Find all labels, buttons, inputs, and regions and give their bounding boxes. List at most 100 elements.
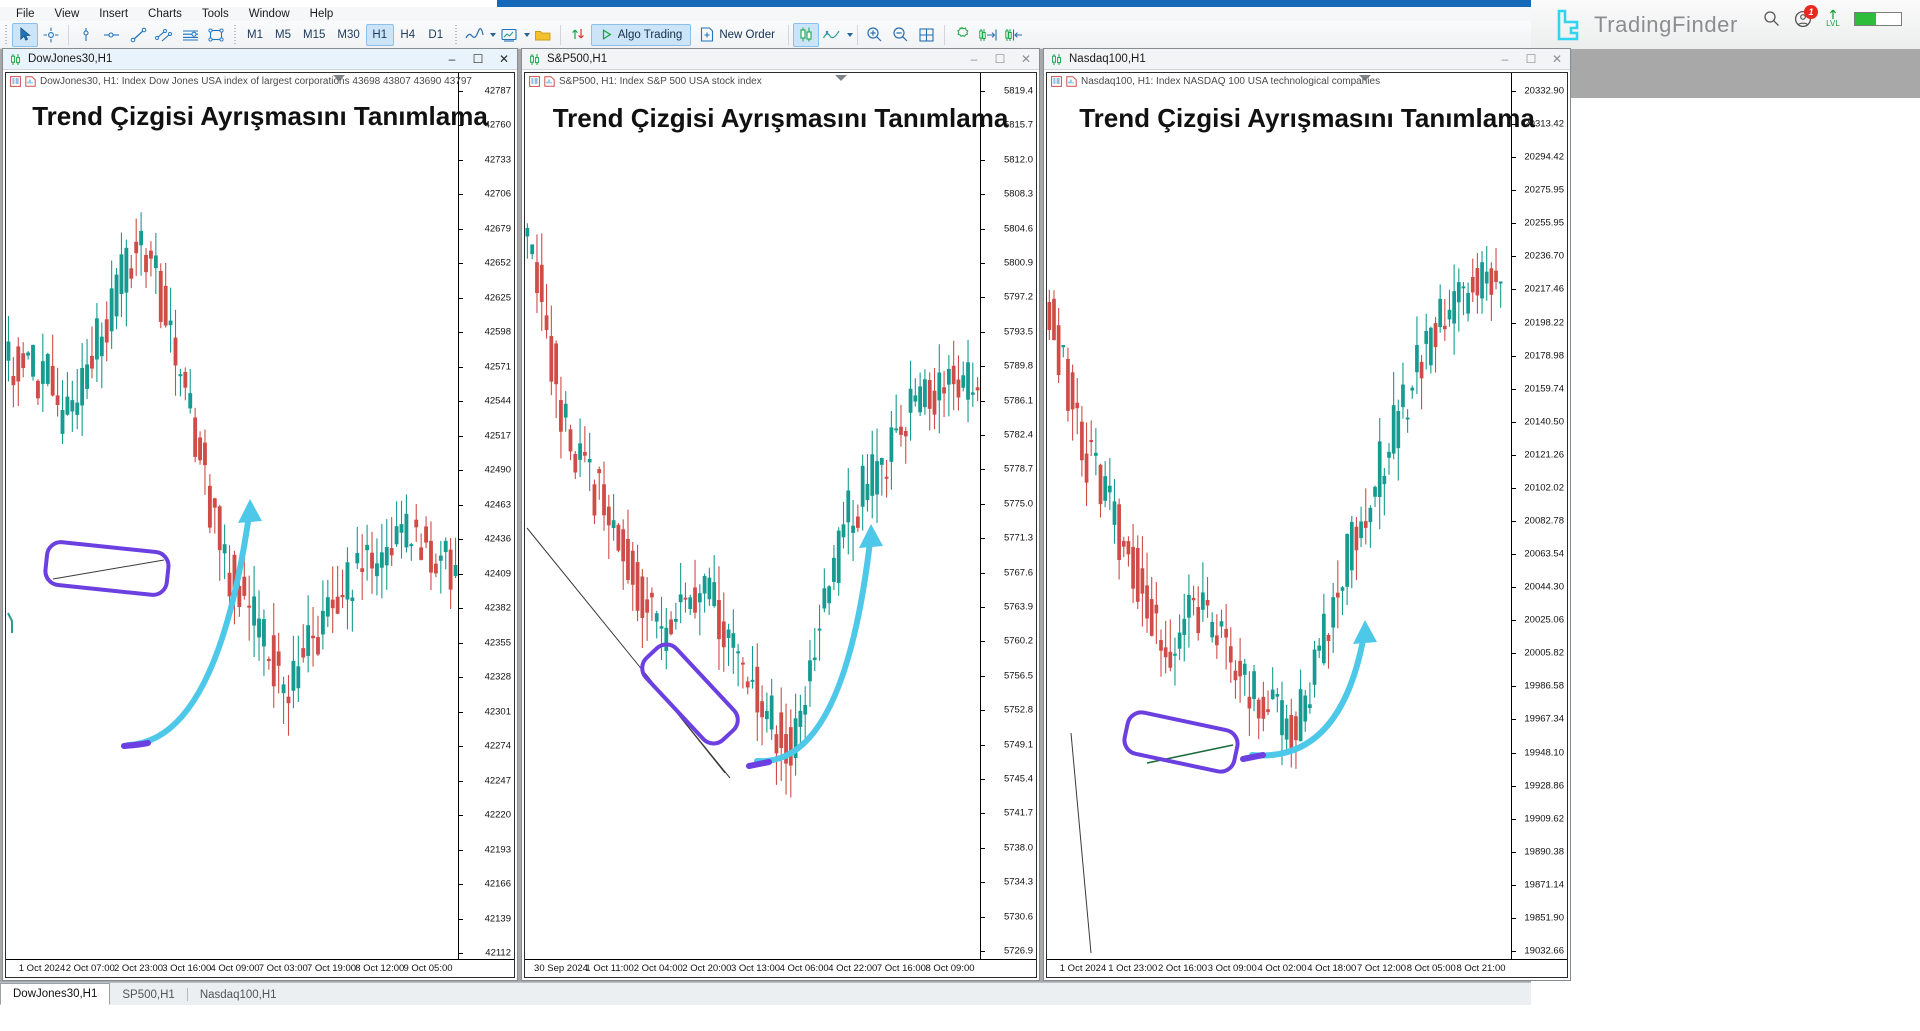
- maximize-button[interactable]: ☐: [465, 49, 491, 69]
- equidistant-channel-icon[interactable]: [151, 23, 177, 47]
- symbol-description-text: Nasdaq100, H1: Index NASDAQ 100 USA tech…: [1081, 76, 1380, 87]
- vertical-line-icon[interactable]: [73, 23, 99, 47]
- indicators-line-icon[interactable]: [462, 23, 488, 47]
- trendline-icon[interactable]: [125, 23, 151, 47]
- time-tick-label: 9 Oct 05:00: [403, 963, 452, 974]
- timeframe-d1[interactable]: D1: [422, 24, 450, 46]
- price-tick: [981, 469, 985, 470]
- timeframe-h1[interactable]: H1: [366, 24, 394, 46]
- left-edge-candle: [8, 613, 12, 633]
- price-tick: [981, 332, 985, 333]
- price-tick-label: 42706: [485, 189, 511, 200]
- account-avatar-icon[interactable]: 1: [1794, 10, 1812, 28]
- price-tick: [459, 953, 463, 954]
- up-down-arrows-icon[interactable]: [565, 23, 591, 47]
- candlestick-chart-icon[interactable]: [793, 23, 819, 47]
- price-scale[interactable]: 5819.45815.75812.05808.35804.65800.95797…: [980, 73, 1036, 977]
- price-tick-label: 5749.1: [1004, 739, 1033, 750]
- chart-canvas[interactable]: DowJones30, H1: Index Dow Jones USA inde…: [5, 72, 515, 978]
- tile-windows-icon[interactable]: [914, 23, 940, 47]
- price-scale[interactable]: 4278742760427334270642679426524262542598…: [458, 73, 514, 977]
- level-label: LVL: [1826, 20, 1840, 28]
- price-tick-label: 42436: [485, 534, 511, 545]
- close-button[interactable]: ✕: [1544, 49, 1570, 69]
- menu-item-tools[interactable]: Tools: [192, 7, 239, 21]
- price-tick: [981, 813, 985, 814]
- chart-canvas[interactable]: S&P500, H1: Index S&P 500 USA stock inde…: [524, 72, 1037, 978]
- timeframe-h4[interactable]: H4: [394, 24, 422, 46]
- price-tick-label: 5789.8: [1004, 361, 1033, 372]
- time-scale[interactable]: 1 Oct 20241 Oct 23:002 Oct 16:003 Oct 09…: [1047, 959, 1567, 977]
- price-tick: [1512, 786, 1516, 787]
- chart-window-sp500[interactable]: S&P500,H1 – ☐ ✕ S&P500, H1: Index S&P 50…: [521, 48, 1040, 981]
- price-tick-label: 42571: [485, 361, 511, 372]
- chart-dropdown-caret-icon[interactable]: [524, 33, 530, 37]
- chart-tab-nasdaq100[interactable]: Nasdaq100,H1: [188, 984, 289, 1005]
- toolbar-grip-1[interactable]: [3, 25, 9, 45]
- timeframe-m15[interactable]: M15: [297, 24, 331, 46]
- fibonacci-retracement-icon[interactable]: [177, 23, 203, 47]
- maximize-button[interactable]: ☐: [987, 49, 1013, 69]
- indicators-dropdown-caret-icon[interactable]: [490, 33, 496, 37]
- chart-window-titlebar[interactable]: Nasdaq100,H1 – ☐ ✕: [1044, 49, 1570, 70]
- price-tick: [459, 401, 463, 402]
- time-scale[interactable]: 1 Oct 20242 Oct 07:002 Oct 23:003 Oct 16…: [6, 959, 514, 977]
- price-tick-label: 5771.3: [1004, 533, 1033, 544]
- timeframe-m30[interactable]: M30: [331, 24, 365, 46]
- menu-item-charts[interactable]: Charts: [138, 7, 192, 21]
- level-indicator-icon[interactable]: LVL: [1826, 9, 1840, 28]
- maximize-button[interactable]: ☐: [1518, 49, 1544, 69]
- close-button[interactable]: ✕: [491, 49, 517, 69]
- algo-trading-button[interactable]: Algo Trading: [591, 24, 692, 46]
- menu-item-window[interactable]: Window: [239, 7, 300, 21]
- timeframe-m5[interactable]: M5: [269, 24, 297, 46]
- autoscroll-dropdown-caret-icon[interactable]: [847, 33, 853, 37]
- crosshair-icon[interactable]: [38, 23, 64, 47]
- price-scale[interactable]: 20332.9020313.4220294.4220275.9520255.95…: [1511, 73, 1567, 977]
- folder-icon[interactable]: [530, 23, 556, 47]
- template-star-icon[interactable]: [949, 23, 975, 47]
- chart-window-titlebar[interactable]: S&P500,H1 – ☐ ✕: [522, 49, 1039, 70]
- chart-window-nasdaq100[interactable]: Nasdaq100,H1 – ☐ ✕ Nasdaq100, H1: Index …: [1043, 48, 1571, 981]
- shift-chart-left-icon[interactable]: [1001, 23, 1027, 47]
- chart-window-icon[interactable]: [496, 23, 522, 47]
- zoom-in-icon[interactable]: [862, 23, 888, 47]
- menu-item-view[interactable]: View: [45, 7, 90, 21]
- price-tick: [1512, 91, 1516, 92]
- zoom-out-icon[interactable]: [888, 23, 914, 47]
- toolbar-grip-2[interactable]: [232, 25, 238, 45]
- price-plot-area[interactable]: [1047, 73, 1511, 959]
- arrow-tail: [749, 762, 769, 766]
- close-button[interactable]: ✕: [1013, 49, 1039, 69]
- price-plot-area[interactable]: [525, 73, 980, 959]
- chart-window-titlebar[interactable]: DowJones30,H1 – ☐ ✕: [3, 49, 517, 70]
- menu-item-file[interactable]: File: [6, 7, 45, 21]
- menu-bar: File View Insert Charts Tools Window Hel…: [0, 7, 1531, 21]
- cursor-arrow-icon[interactable]: [12, 23, 38, 47]
- shapes-icon[interactable]: [203, 23, 229, 47]
- search-icon[interactable]: [1763, 10, 1780, 27]
- shift-chart-right-icon[interactable]: [975, 23, 1001, 47]
- price-plot-area[interactable]: [6, 73, 458, 959]
- price-tick-label: 42679: [485, 223, 511, 234]
- chart-dropdown-arrow-icon[interactable]: [835, 75, 847, 81]
- horizontal-line-icon[interactable]: [99, 23, 125, 47]
- auto-scroll-icon[interactable]: [819, 23, 845, 47]
- timeframe-m1[interactable]: M1: [241, 24, 269, 46]
- minimize-button[interactable]: –: [961, 49, 987, 69]
- price-tick: [1512, 554, 1516, 555]
- minimize-button[interactable]: –: [439, 49, 465, 69]
- menu-item-help[interactable]: Help: [300, 7, 344, 21]
- chart-canvas[interactable]: Nasdaq100, H1: Index NASDAQ 100 USA tech…: [1046, 72, 1568, 978]
- toolbar-grip-3[interactable]: [453, 25, 459, 45]
- menu-item-insert[interactable]: Insert: [89, 7, 138, 21]
- chart-tab-dowjones30[interactable]: DowJones30,H1: [0, 983, 110, 1005]
- time-scale[interactable]: 30 Sep 20241 Oct 11:002 Oct 04:002 Oct 2…: [525, 959, 1036, 977]
- new-order-button[interactable]: New Order: [691, 24, 784, 46]
- chart-window-dowjones30[interactable]: DowJones30,H1 – ☐ ✕ DowJones30, H1: Inde…: [2, 48, 518, 981]
- price-tick-label: 20217.46: [1524, 284, 1564, 295]
- toolbar-separator-5: [944, 25, 945, 45]
- minimize-button[interactable]: –: [1492, 49, 1518, 69]
- chart-tab-sp500[interactable]: SP500,H1: [110, 984, 186, 1005]
- price-tick-label: 20332.90: [1524, 86, 1564, 97]
